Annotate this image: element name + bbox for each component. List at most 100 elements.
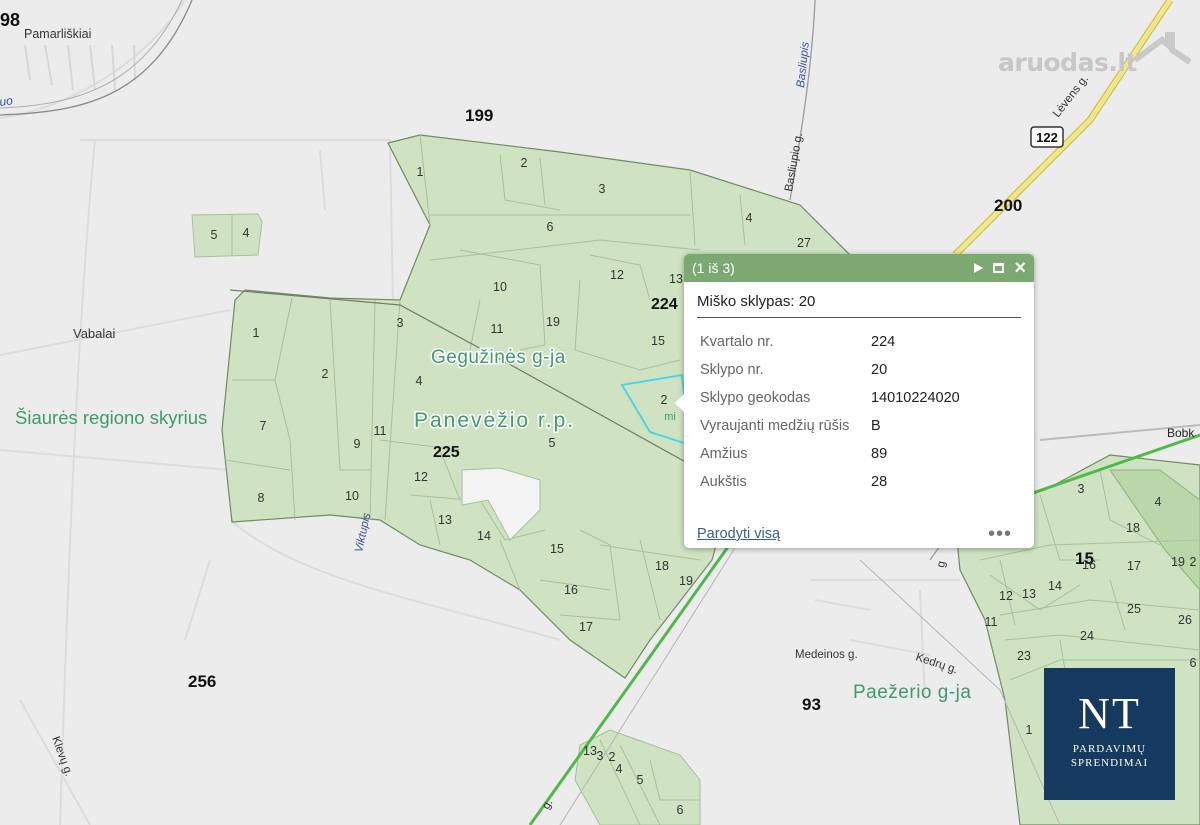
plot-number-label: 19 <box>546 315 560 329</box>
road-number-text: 122 <box>1036 130 1058 145</box>
popup-title: Miško sklypas: 20 <box>697 293 1021 318</box>
attribute-value: 89 <box>871 446 888 462</box>
plot-number-label: 4 <box>616 762 623 776</box>
plot-number-label: 26 <box>1178 613 1192 627</box>
nt-logo-line1: PARDAVIMŲ <box>1072 743 1147 755</box>
attribute-label: Vyraujanti medžių rūšis <box>700 418 850 434</box>
nt-logo-line2: SPRENDIMAI <box>1070 757 1149 769</box>
label-siaures: Šiaurės regiono skyrius <box>15 407 207 428</box>
plot-number-label: 4 <box>243 226 250 240</box>
attribute-label: Kvartalo nr. <box>700 334 774 350</box>
attribute-label: Amžius <box>700 446 748 462</box>
plot-number-label: 4 <box>416 374 423 388</box>
quarter-225: 225 <box>433 444 460 461</box>
label-bobk: Bobk <box>1167 426 1195 440</box>
popup-header: (1 iš 3) × <box>684 254 1034 282</box>
plot-number-label: 16 <box>1082 558 1096 572</box>
plot-number-label: 14 <box>477 529 491 543</box>
road-number-badge: 122 <box>1030 126 1064 148</box>
plot-number-label: 6 <box>547 220 554 234</box>
attribute-value: 14010224020 <box>871 390 960 406</box>
attribute-row: Aukštis 28 <box>700 468 960 496</box>
label-pamarliskiai: Pamarliškiai <box>24 27 91 41</box>
label-panevezio: Panevėžio r.p. <box>414 409 575 432</box>
plot-number-label: 1 <box>417 165 424 179</box>
quarter-199: 199 <box>465 106 493 125</box>
plot-number-label: 8 <box>258 491 265 505</box>
aruodas-watermark: aruodas.lt <box>998 48 1137 77</box>
plot-number-label: 5 <box>637 773 644 787</box>
plot-number-label: 6 <box>1190 656 1197 670</box>
plot-number-label: 7 <box>260 419 267 433</box>
attribute-label: Sklypo nr. <box>700 362 764 378</box>
plot-number-label: 9 <box>354 437 361 451</box>
label-vabalai: Vabalai <box>73 326 116 341</box>
more-options-icon[interactable]: ••• <box>988 524 1012 544</box>
quarter-256: 256 <box>188 672 216 691</box>
nt-logo: NT PARDAVIMŲ SPRENDIMAI <box>1044 668 1175 800</box>
plot-number-label: 2 <box>1190 555 1197 569</box>
plot-number-label: 24 <box>1080 629 1094 643</box>
plot-number-label: 11 <box>491 322 504 336</box>
label-medeinos: Medeinos g. <box>795 649 858 661</box>
popup-footer: Parodyti visą ••• <box>697 524 1012 544</box>
quarter-224: 224 <box>651 296 678 313</box>
plot-number-label: 15 <box>550 542 564 556</box>
nt-logo-mark: NT <box>1078 689 1141 738</box>
feature-popup[interactable]: (1 iš 3) × Miško sklypas: 20 Kvartalo nr… <box>675 254 1034 548</box>
plot-number-label: 12 <box>414 470 428 484</box>
plot-number-label: 19 <box>1171 555 1185 569</box>
label-98: 98 <box>0 10 20 30</box>
plot-number-label: 3 <box>597 749 604 763</box>
plot-number-label: 1 <box>253 326 260 340</box>
plot-number-label: 16 <box>564 583 578 597</box>
plot-number-label: 6 <box>677 803 684 817</box>
plot-number-label: 15 <box>651 334 665 348</box>
attribute-row: Amžius 89 <box>700 440 960 468</box>
plot-number-label: 14 <box>1048 579 1062 593</box>
attribute-value: B <box>871 418 881 434</box>
popup-pointer <box>675 394 684 412</box>
plot-number-label: 1 <box>1026 723 1033 737</box>
label-geguzines: Gegužinės g-ja <box>431 347 566 368</box>
plot-number-label: 13 <box>669 272 683 286</box>
plot-number-label: 3 <box>397 316 404 330</box>
plot-number-label: 2 <box>322 367 329 381</box>
plot-number-label: 19 <box>679 574 693 588</box>
plot-number-label: 3 <box>599 182 606 196</box>
quarter-200: 200 <box>994 196 1022 215</box>
popup-controls: × <box>974 258 1026 278</box>
plot-number-label: 4 <box>746 211 753 225</box>
show-all-link[interactable]: Parodyti visą <box>697 526 780 542</box>
plot-number-label: 13 <box>583 744 597 758</box>
plot-number-label: 25 <box>1127 602 1141 616</box>
plot-number-label: 17 <box>579 620 593 634</box>
plot-number-label: 11 <box>985 615 998 629</box>
attribute-value: 20 <box>871 362 888 378</box>
attribute-row: Vyraujanti medžių rūšis B <box>700 412 960 440</box>
attribute-row: Sklypo geokodas 14010224020 <box>700 384 960 412</box>
plot-number-label: 12 <box>999 589 1013 603</box>
plot-number-label: 18 <box>1126 521 1140 535</box>
plot-number-label: 4 <box>1155 495 1162 509</box>
plot-number-label: 10 <box>493 280 507 294</box>
plot-number-label: 27 <box>797 236 811 250</box>
close-icon[interactable]: × <box>1014 258 1026 278</box>
attribute-label: Aukštis <box>700 474 747 490</box>
forest-area-small[interactable] <box>191 213 263 258</box>
attribute-row: Kvartalo nr. 224 <box>700 328 960 356</box>
plot-number-label: 5 <box>549 436 556 450</box>
plot-number-label: 13 <box>1022 587 1036 601</box>
plot-number-label: 3 <box>1078 482 1085 496</box>
plot-number-label: mi <box>664 411 676 423</box>
plot-number-label: 23 <box>1017 649 1031 663</box>
plot-number-label: 10 <box>345 489 359 503</box>
next-feature-icon[interactable] <box>974 263 984 273</box>
plot-number-label: 5 <box>211 228 218 242</box>
attribute-value: 28 <box>871 474 888 490</box>
quarter-93: 93 <box>802 695 821 714</box>
plot-number-label: 17 <box>1127 559 1141 573</box>
attribute-row: Sklypo nr. 20 <box>700 356 960 384</box>
attribute-table: Kvartalo nr. 224 Sklypo nr. 20 Sklypo geok… <box>700 328 960 496</box>
maximize-icon[interactable] <box>993 263 1005 273</box>
